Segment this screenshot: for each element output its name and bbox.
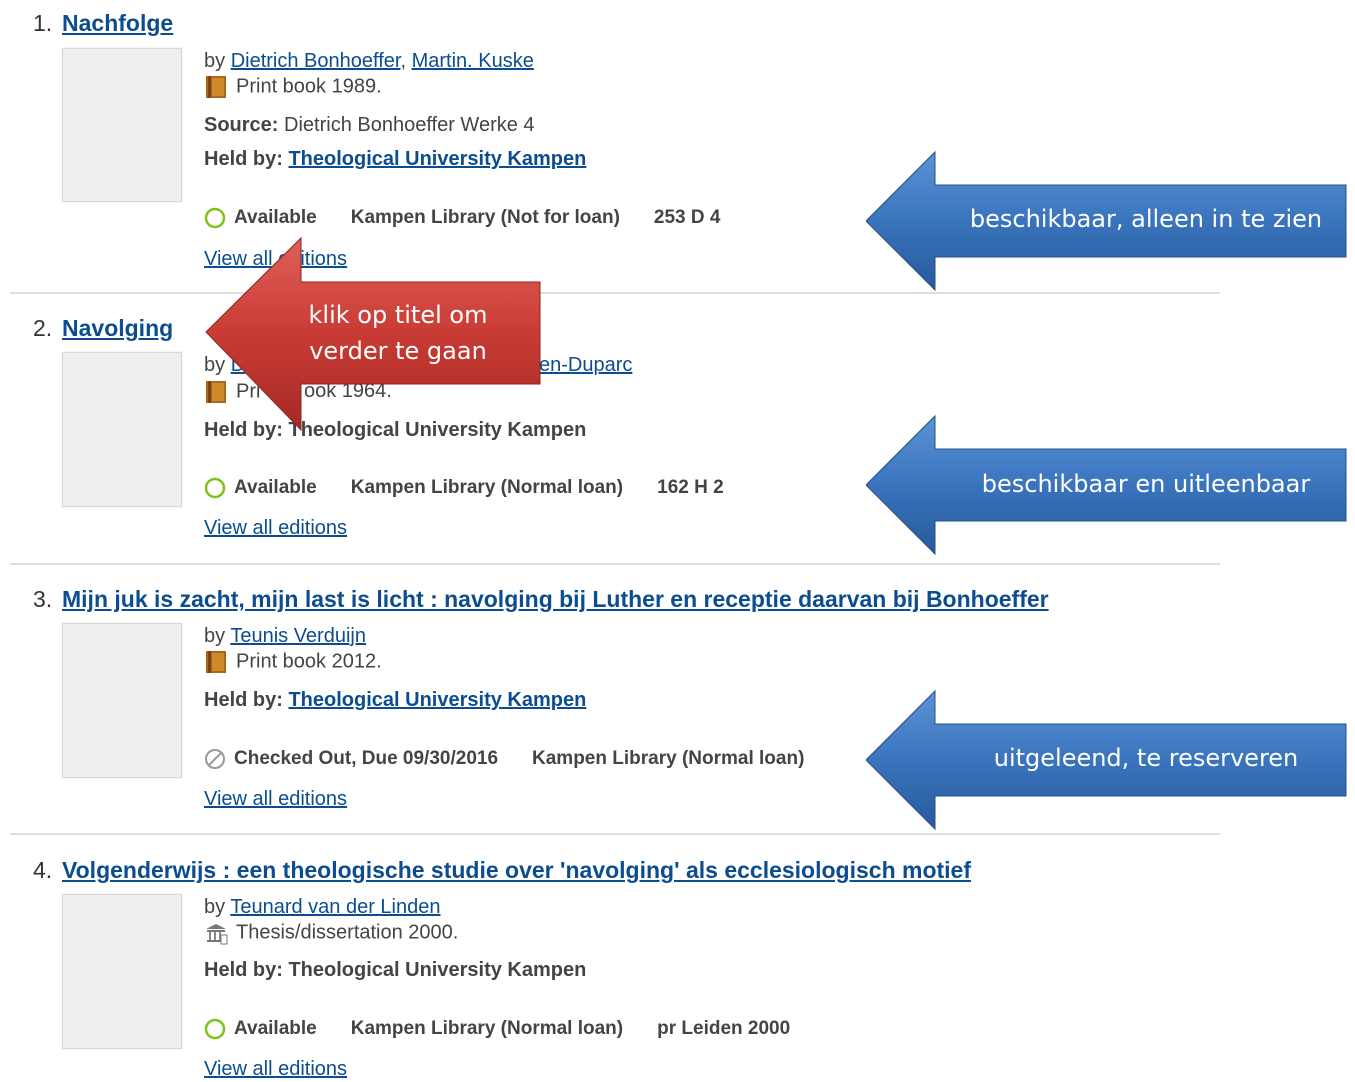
cover-thumbnail[interactable] bbox=[62, 623, 182, 778]
held-by-line: Held by: Theological University Kampen bbox=[204, 148, 586, 171]
by-prefix: by bbox=[204, 625, 226, 647]
author-link[interactable]: en-Duparc bbox=[539, 354, 632, 377]
format-text: Thesis/dissertation 2000. bbox=[236, 921, 459, 944]
book-icon bbox=[204, 650, 228, 674]
held-by-line: Held by: Theological University Kampen bbox=[204, 689, 586, 712]
result-title-link[interactable]: Navolging bbox=[62, 315, 173, 342]
author-link[interactable]: Teunis Verduijn bbox=[230, 625, 366, 647]
available-circle-icon bbox=[204, 1018, 226, 1040]
author-link[interactable]: Martin. Kuske bbox=[412, 50, 534, 72]
status-text: Available bbox=[234, 477, 317, 498]
result-number: 3. bbox=[33, 586, 53, 612]
cover-thumbnail[interactable] bbox=[62, 894, 182, 1049]
held-by-label: Held by: bbox=[204, 689, 283, 711]
location-text: Kampen Library (Normal loan) bbox=[350, 477, 624, 498]
result-number: 2. bbox=[33, 315, 53, 341]
result-number: 1. bbox=[33, 10, 53, 36]
divider bbox=[10, 292, 1220, 294]
by-prefix: by bbox=[204, 50, 226, 72]
annotation-text: klik op titel om verder te gaan bbox=[300, 297, 496, 369]
cover-thumbnail[interactable] bbox=[62, 352, 182, 507]
availability-line: Checked Out, Due 09/30/2016 Kampen Librar… bbox=[204, 748, 804, 770]
call-number: pr Leiden 2000 bbox=[657, 1018, 791, 1039]
available-circle-icon bbox=[204, 207, 226, 229]
annotation-arrow-checked-out-reservable: uitgeleend, te reserveren bbox=[866, 689, 1351, 831]
view-all-editions-link[interactable]: View all editions bbox=[204, 1058, 347, 1081]
location-text: Kampen Library (Normal loan) bbox=[532, 748, 805, 769]
availability-line: Available Kampen Library (Normal loan) pr … bbox=[204, 1018, 790, 1040]
author-link[interactable]: Dietrich Bonhoeffer bbox=[231, 50, 401, 72]
thesis-icon bbox=[204, 921, 228, 945]
call-number: 253 D 4 bbox=[653, 207, 721, 228]
view-all-editions-link[interactable]: View all editions bbox=[204, 788, 347, 811]
checked-out-icon bbox=[204, 748, 226, 770]
source-label: Source: bbox=[204, 114, 279, 136]
annotation-arrow-available-reference: beschikbaar, alleen in te zien bbox=[866, 150, 1351, 292]
held-by-link[interactable]: Theological University Kampen bbox=[288, 689, 586, 711]
format-text: Print book 1989. bbox=[236, 75, 382, 98]
availability-line: Available Kampen Library (Normal loan) 162… bbox=[204, 477, 724, 499]
divider bbox=[10, 833, 1220, 835]
author-line: by Dietrich Bonhoeffer, Martin. Kuske bbox=[204, 50, 534, 72]
result-title-link[interactable]: Volgenderwijs : een theologische studie … bbox=[62, 857, 971, 884]
available-circle-icon bbox=[204, 477, 226, 499]
availability-line: Available Kampen Library (Not for loan) 25… bbox=[204, 207, 720, 229]
source-line: Source: Dietrich Bonhoeffer Werke 4 bbox=[204, 114, 535, 137]
annotation-arrow-available-loanable: beschikbaar en uitleenbaar bbox=[866, 414, 1351, 556]
source-value: Dietrich Bonhoeffer Werke 4 bbox=[284, 114, 535, 136]
annotation-text: uitgeleend, te reserveren bbox=[993, 744, 1299, 772]
held-by-line: Held by: Theological University Kampen bbox=[204, 959, 586, 982]
format-line: Thesis/dissertation 2000. bbox=[204, 921, 458, 945]
result-title-link[interactable]: Mijn juk is zacht, mijn last is licht : … bbox=[62, 586, 1049, 613]
by-prefix: by bbox=[204, 896, 226, 918]
location-text: Kampen Library (Not for loan) bbox=[350, 207, 620, 228]
format-line: Print book 1989. bbox=[204, 75, 382, 99]
held-by-value: Theological University Kampen bbox=[288, 959, 587, 981]
location-text: Kampen Library (Normal loan) bbox=[350, 1018, 624, 1039]
annotation-line: klik op titel om bbox=[308, 301, 488, 329]
status-text: Available bbox=[234, 1018, 317, 1039]
author-line: by Teunis Verduijn bbox=[204, 625, 366, 648]
result-number: 4. bbox=[33, 857, 53, 883]
annotation-arrow-click-title: klik op titel om verder te gaan bbox=[204, 236, 544, 432]
held-by-label: Held by: bbox=[204, 148, 283, 170]
call-number: 162 H 2 bbox=[657, 477, 724, 498]
held-by-link[interactable]: Theological University Kampen bbox=[288, 148, 586, 170]
held-by-label: Held by: bbox=[204, 959, 283, 981]
cover-thumbnail[interactable] bbox=[62, 48, 182, 202]
author-line: by Teunard van der Linden bbox=[204, 896, 440, 919]
annotation-line: verder te gaan bbox=[309, 337, 487, 365]
result-title-link[interactable]: Nachfolge bbox=[62, 10, 173, 37]
status-text: Available bbox=[234, 207, 317, 228]
annotation-text: beschikbaar en uitleenbaar bbox=[981, 470, 1311, 498]
author-link[interactable]: Teunard van der Linden bbox=[230, 896, 440, 918]
book-icon bbox=[204, 75, 228, 99]
annotation-text: beschikbaar, alleen in te zien bbox=[969, 205, 1323, 233]
format-line: Print book 2012. bbox=[204, 650, 382, 674]
status-text: Checked Out, Due 09/30/2016 bbox=[234, 748, 499, 769]
format-text: Print book 2012. bbox=[236, 650, 382, 673]
view-all-editions-link[interactable]: View all editions bbox=[204, 517, 347, 540]
divider bbox=[10, 563, 1220, 565]
